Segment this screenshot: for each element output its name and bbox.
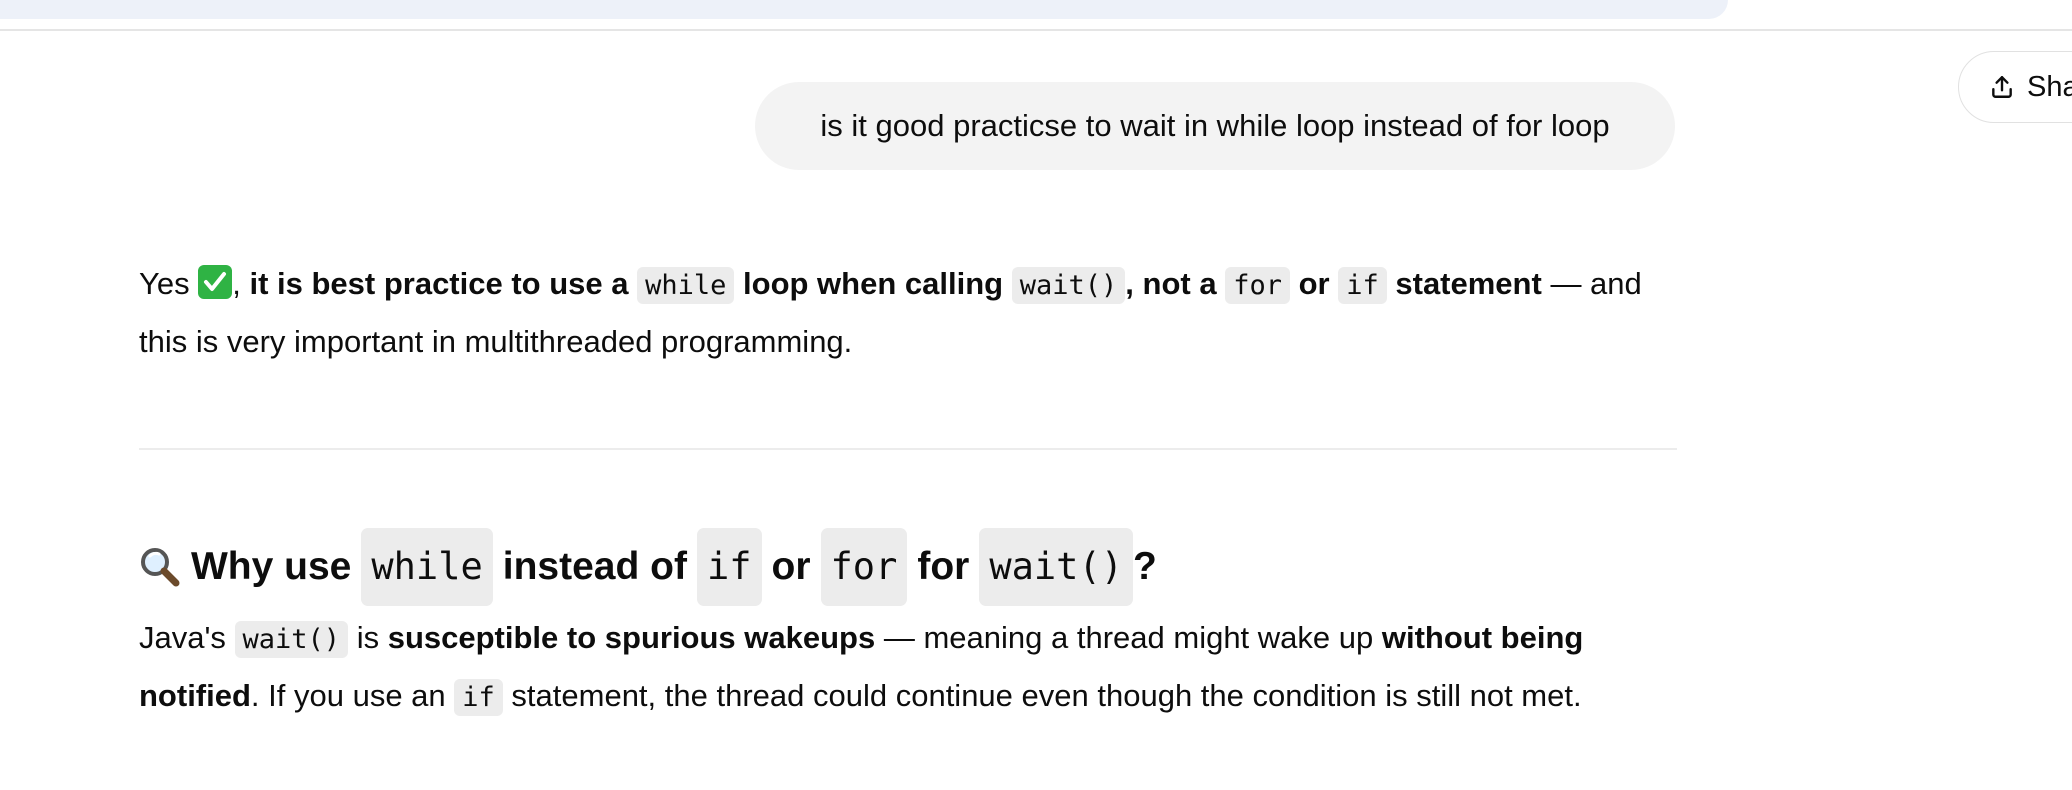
bold-text: loop when calling bbox=[743, 266, 1004, 301]
comma: , bbox=[1125, 266, 1134, 301]
answer-text: . If you use an bbox=[250, 678, 446, 713]
inline-code-while: while bbox=[637, 267, 735, 304]
answer-text: is bbox=[356, 620, 380, 655]
answer-paragraph-2: Java's wait() is susceptible to spurious… bbox=[139, 610, 1684, 726]
bold-text: or bbox=[1298, 266, 1330, 301]
heading-text: Why use bbox=[191, 545, 352, 588]
inline-code-for: for bbox=[1225, 267, 1290, 304]
section-divider bbox=[139, 448, 1677, 450]
assistant-answer: Yes , it is best practice to use a while… bbox=[139, 256, 1679, 370]
answer-text: — meaning a thread might wake up bbox=[883, 620, 1374, 655]
answer-text: statement, the thread could continue eve… bbox=[511, 678, 1582, 713]
magnifying-glass-icon bbox=[141, 548, 180, 587]
comma: , bbox=[232, 266, 241, 301]
bold-text: not a bbox=[1142, 266, 1217, 301]
inline-code-if: if bbox=[454, 679, 503, 716]
yes-text: Yes bbox=[139, 266, 190, 301]
heading-text: for bbox=[917, 545, 970, 588]
share-icon bbox=[1992, 76, 2012, 98]
section-heading: Why use while instead of if or for for w… bbox=[139, 528, 1679, 606]
bold-text: susceptible to spurious wakeups bbox=[387, 620, 876, 655]
share-label: Sha bbox=[2027, 70, 2072, 103]
bold-text: statement bbox=[1395, 266, 1542, 301]
heading-text: instead of bbox=[502, 545, 687, 588]
inline-code-if: if bbox=[696, 528, 762, 606]
answer-paragraph-1: Yes , it is best practice to use a while… bbox=[139, 256, 1679, 370]
bold-text: it is best practice to use a bbox=[249, 266, 629, 301]
heading-text: ? bbox=[1133, 545, 1157, 588]
inline-code-if: if bbox=[1338, 267, 1387, 304]
heading-text: or bbox=[771, 545, 811, 588]
top-bar bbox=[0, 0, 1728, 19]
inline-code-wait: wait() bbox=[234, 621, 349, 658]
check-mark-icon bbox=[198, 265, 233, 299]
inline-code-while: while bbox=[361, 528, 493, 606]
answer-text: Java's bbox=[139, 620, 226, 655]
inline-code-wait: wait() bbox=[1011, 267, 1126, 304]
inline-code-wait: wait() bbox=[979, 528, 1133, 606]
share-button[interactable]: Sha bbox=[1958, 51, 2072, 123]
paragraph: Java's wait() is susceptible to spurious… bbox=[139, 610, 1684, 726]
user-message-bubble: is it good practicse to wait in while lo… bbox=[755, 82, 1675, 170]
user-message-text: is it good practicse to wait in while lo… bbox=[820, 108, 1610, 143]
inline-code-for: for bbox=[820, 528, 908, 606]
header-divider bbox=[0, 29, 2072, 31]
